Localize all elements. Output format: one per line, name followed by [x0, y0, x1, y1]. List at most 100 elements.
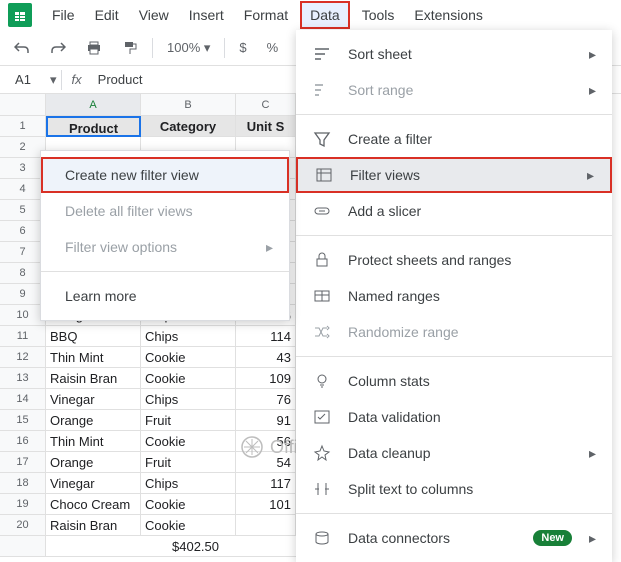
- cell[interactable]: 117: [236, 473, 296, 494]
- named-ranges-icon: [312, 286, 332, 306]
- menu-data[interactable]: Data: [300, 1, 350, 29]
- row-header[interactable]: 1: [0, 116, 46, 137]
- cell[interactable]: 54: [236, 452, 296, 473]
- cell[interactable]: Unit S: [236, 116, 296, 137]
- menu-randomize-range[interactable]: Randomize range: [296, 314, 612, 350]
- slicer-icon: [312, 201, 332, 221]
- cell[interactable]: 101: [236, 494, 296, 515]
- cell[interactable]: Cookie: [141, 347, 236, 368]
- paint-format-icon[interactable]: [116, 36, 144, 60]
- menu-format[interactable]: Format: [236, 3, 296, 27]
- cell[interactable]: Chips: [141, 473, 236, 494]
- currency-button[interactable]: $: [233, 36, 252, 59]
- cell[interactable]: Thin Mint: [46, 347, 141, 368]
- cell[interactable]: Thin Mint: [46, 431, 141, 452]
- cell[interactable]: Fruit: [141, 452, 236, 473]
- cell[interactable]: Cookie: [141, 431, 236, 452]
- redo-icon[interactable]: [44, 36, 72, 60]
- menu-data-connectors[interactable]: Data connectors New ▸: [296, 520, 612, 556]
- name-box[interactable]: A1: [0, 72, 46, 87]
- cell[interactable]: 56: [236, 431, 296, 452]
- cell[interactable]: BBQ: [46, 326, 141, 347]
- row-header[interactable]: 18: [0, 473, 46, 494]
- label: Protect sheets and ranges: [348, 252, 511, 268]
- menu-file[interactable]: File: [44, 3, 83, 27]
- cell[interactable]: Vinegar: [46, 389, 141, 410]
- col-header-c[interactable]: C: [236, 94, 296, 116]
- row-header[interactable]: 17: [0, 452, 46, 473]
- filter-views-submenu: Create new filter view Delete all filter…: [40, 150, 290, 321]
- validation-icon: [312, 407, 332, 427]
- cell[interactable]: Vinegar: [46, 473, 141, 494]
- row-header[interactable]: 11: [0, 326, 46, 347]
- menu-named-ranges[interactable]: Named ranges: [296, 278, 612, 314]
- cell[interactable]: Fruit: [141, 410, 236, 431]
- cell[interactable]: Raisin Bran: [46, 368, 141, 389]
- menu-insert[interactable]: Insert: [181, 3, 232, 27]
- menu-data-validation[interactable]: Data validation: [296, 399, 612, 435]
- submenu-arrow-icon: ▸: [589, 46, 596, 63]
- row-header[interactable]: 13: [0, 368, 46, 389]
- row-header[interactable]: 19: [0, 494, 46, 515]
- menu-create-filter[interactable]: Create a filter: [296, 121, 612, 157]
- cell[interactable]: 76: [236, 389, 296, 410]
- label: Data cleanup: [348, 445, 431, 461]
- cell[interactable]: 43: [236, 347, 296, 368]
- label: Delete all filter views: [65, 203, 193, 219]
- cell[interactable]: Cookie: [141, 515, 236, 536]
- menu-sort-range[interactable]: Sort range ▸: [296, 72, 612, 108]
- submenu-learn-more[interactable]: Learn more: [41, 278, 289, 314]
- menu-tools[interactable]: Tools: [354, 3, 403, 27]
- row-header[interactable]: [0, 536, 46, 557]
- print-icon[interactable]: [80, 36, 108, 60]
- label: Create new filter view: [65, 167, 199, 183]
- menu-add-slicer[interactable]: Add a slicer: [296, 193, 612, 229]
- cell[interactable]: Product: [46, 116, 141, 137]
- randomize-icon: [312, 322, 332, 342]
- menu-split-text[interactable]: Split text to columns: [296, 471, 612, 507]
- submenu-create-filter-view[interactable]: Create new filter view: [41, 157, 289, 193]
- cleanup-icon: [312, 443, 332, 463]
- cell[interactable]: Orange: [46, 452, 141, 473]
- row-header[interactable]: 14: [0, 389, 46, 410]
- percent-button[interactable]: %: [261, 36, 285, 59]
- cell[interactable]: Chips: [141, 389, 236, 410]
- menu-view[interactable]: View: [131, 3, 177, 27]
- cell[interactable]: 114: [236, 326, 296, 347]
- select-all-corner[interactable]: [0, 94, 46, 116]
- menu-sort-sheet[interactable]: Sort sheet ▸: [296, 36, 612, 72]
- row-header[interactable]: 15: [0, 410, 46, 431]
- cell[interactable]: 109: [236, 368, 296, 389]
- menu-extensions[interactable]: Extensions: [406, 3, 490, 27]
- row-header[interactable]: 20: [0, 515, 46, 536]
- menu-edit[interactable]: Edit: [87, 3, 127, 27]
- submenu-options[interactable]: Filter view options ▸: [41, 229, 289, 265]
- col-header-b[interactable]: B: [141, 94, 236, 116]
- formula-bar[interactable]: Product: [92, 72, 149, 87]
- cell[interactable]: Orange: [46, 410, 141, 431]
- submenu-arrow-icon: ▸: [587, 167, 594, 184]
- col-header-a[interactable]: A: [46, 94, 141, 116]
- row-header[interactable]: 16: [0, 431, 46, 452]
- zoom-select[interactable]: 100% ▾: [161, 36, 216, 60]
- split-icon: [312, 479, 332, 499]
- submenu-arrow-icon: ▸: [589, 530, 596, 547]
- menu-data-cleanup[interactable]: Data cleanup ▸: [296, 435, 612, 471]
- fx-icon: fx: [62, 72, 92, 87]
- cell[interactable]: Choco Cream: [46, 494, 141, 515]
- namebox-dropdown-icon[interactable]: ▾: [46, 72, 61, 88]
- cell[interactable]: Cookie: [141, 494, 236, 515]
- menu-protect-sheets[interactable]: Protect sheets and ranges: [296, 242, 612, 278]
- menu-column-stats[interactable]: Column stats: [296, 363, 612, 399]
- separator: [152, 38, 153, 58]
- cell[interactable]: 91: [236, 410, 296, 431]
- cell[interactable]: Cookie: [141, 368, 236, 389]
- cell[interactable]: Category: [141, 116, 236, 137]
- submenu-delete-all[interactable]: Delete all filter views: [41, 193, 289, 229]
- menu-filter-views[interactable]: Filter views ▸: [296, 157, 612, 193]
- cell[interactable]: Chips: [141, 326, 236, 347]
- cell[interactable]: [236, 515, 296, 536]
- row-header[interactable]: 12: [0, 347, 46, 368]
- cell[interactable]: Raisin Bran: [46, 515, 141, 536]
- undo-icon[interactable]: [8, 36, 36, 60]
